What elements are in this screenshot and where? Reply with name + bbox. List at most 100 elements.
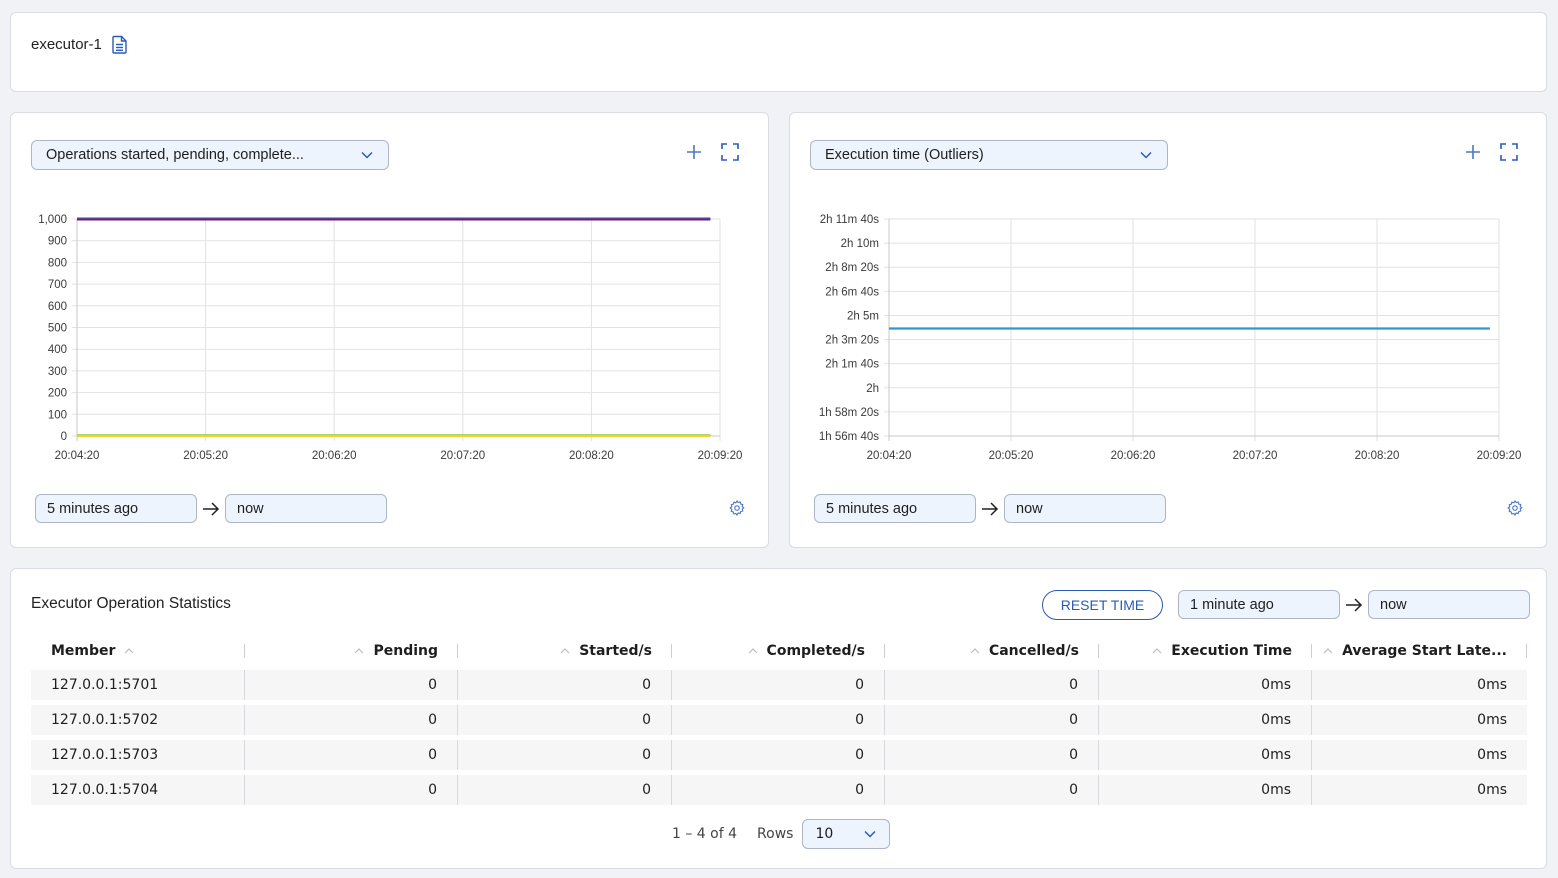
cell-cancelled: 0	[885, 740, 1099, 770]
sort-ascending-icon	[1323, 648, 1333, 654]
table-row[interactable]: 127.0.0.1:5703 0 0 0 0 0ms 0ms	[31, 740, 1527, 770]
metric-select[interactable]: Execution time (Outliers)	[810, 140, 1168, 170]
y-tick-label: 2h 1m 40s	[825, 359, 879, 371]
add-chart-button[interactable]	[683, 141, 705, 163]
y-tick-label: 500	[48, 323, 67, 335]
rows-per-page-label: Rows	[757, 826, 794, 842]
column-label: Started/s	[579, 643, 652, 659]
metric-select[interactable]: Operations started, pending, complete...	[31, 140, 389, 170]
column-header-execution-time[interactable]: Execution Time	[1099, 635, 1312, 667]
time-from-input[interactable]: 5 minutes ago	[35, 494, 197, 523]
cell-pending: 0	[245, 740, 458, 770]
gear-icon	[729, 500, 745, 516]
gear-icon	[1507, 500, 1523, 516]
y-tick-label: 2h 11m 40s	[820, 214, 879, 226]
y-tick-label: 1,000	[38, 214, 67, 226]
column-label: Execution Time	[1171, 643, 1292, 659]
x-tick-label: 20:07:20	[440, 450, 485, 462]
time-from-input[interactable]: 5 minutes ago	[814, 494, 976, 523]
chart-settings-button[interactable]	[1506, 499, 1524, 517]
arrow-right-icon	[201, 499, 221, 519]
y-tick-label: 2h 5m	[847, 310, 879, 322]
plus-icon	[687, 145, 701, 159]
chart-settings-button[interactable]	[728, 499, 746, 517]
table-row[interactable]: 127.0.0.1:5702 0 0 0 0 0ms 0ms	[31, 705, 1527, 735]
fullscreen-button[interactable]	[1498, 141, 1520, 163]
y-tick-label: 800	[48, 257, 67, 269]
stats-time-to-input[interactable]: now	[1368, 590, 1530, 619]
fullscreen-button[interactable]	[719, 141, 741, 163]
column-label: Member	[51, 643, 116, 659]
x-tick-label: 20:06:20	[312, 450, 357, 462]
column-label: Cancelled/s	[988, 643, 1079, 659]
header-card: executor-1	[10, 12, 1547, 92]
cell-average-start-latency: 0ms	[1477, 747, 1507, 763]
plus-icon	[1466, 145, 1480, 159]
cell-completed: 0	[672, 705, 885, 735]
y-tick-label: 200	[48, 388, 67, 400]
chevron-down-icon	[361, 151, 373, 159]
column-header-completed[interactable]: Completed/s	[672, 635, 885, 667]
column-label: Completed/s	[766, 643, 865, 659]
operations-chart: 0 100 200 300 400 500 600 700 800 900 1,000 20:04:2…	[38, 214, 743, 462]
cell-average-start-latency: 0ms	[1477, 712, 1507, 728]
x-tick-label: 20:05:20	[183, 450, 228, 462]
x-tick-label: 20:06:20	[1111, 450, 1156, 462]
sort-ascending-icon	[560, 648, 570, 654]
document-icon[interactable]	[112, 35, 128, 54]
execution-time-chart: 1h 56m 40s 1h 58m 20s 2h 2h 1m 40s 2h 3m 20s…	[819, 214, 1521, 462]
x-tick-label: 20:08:20	[1355, 450, 1400, 462]
y-tick-label: 1h 58m 20s	[819, 407, 879, 419]
cell-started: 0	[458, 705, 672, 735]
table-row[interactable]: 127.0.0.1:5704 0 0 0 0 0ms 0ms	[31, 775, 1527, 805]
cell-execution-time: 0ms	[1099, 775, 1312, 805]
cell-member: 127.0.0.1:5702	[31, 705, 245, 735]
page-title-wrap: executor-1	[31, 35, 128, 54]
cell-member: 127.0.0.1:5701	[31, 670, 245, 700]
time-range: 5 minutes ago now	[814, 494, 1166, 523]
y-tick-label: 700	[48, 279, 67, 291]
cell-member: 127.0.0.1:5704	[31, 775, 245, 805]
reset-time-button[interactable]: RESET TIME	[1042, 590, 1163, 620]
fullscreen-icon	[1500, 143, 1518, 161]
table-row[interactable]: 127.0.0.1:5701 0 0 0 0 0ms 0ms	[31, 670, 1527, 700]
time-to-input[interactable]: now	[225, 494, 387, 523]
cell-execution-time: 0ms	[1099, 670, 1312, 700]
time-range: 5 minutes ago now	[35, 494, 387, 523]
cell-started: 0	[458, 775, 672, 805]
chevron-down-icon	[1140, 151, 1152, 159]
x-tick-label: 20:09:20	[698, 450, 743, 462]
cell-pending: 0	[245, 670, 458, 700]
add-chart-button[interactable]	[1462, 141, 1484, 163]
x-tick-label: 20:04:20	[55, 450, 100, 462]
cell-execution-time: 0ms	[1099, 740, 1312, 770]
y-tick-label: 100	[48, 409, 67, 421]
stats-card: Executor Operation Statistics RESET TIME…	[10, 568, 1547, 869]
stats-time-from-input[interactable]: 1 minute ago	[1178, 590, 1340, 619]
metric-select-value: Execution time (Outliers)	[825, 147, 984, 163]
fullscreen-icon	[721, 143, 739, 161]
cell-completed: 0	[672, 670, 885, 700]
y-tick-label: 300	[48, 366, 67, 378]
y-tick-label: 400	[48, 344, 67, 356]
pagination: 1 – 4 of 4 Rows 10	[672, 819, 891, 849]
x-tick-label: 20:08:20	[569, 450, 614, 462]
cell-pending: 0	[245, 775, 458, 805]
column-header-started[interactable]: Started/s	[458, 635, 672, 667]
column-header-average-start-latency[interactable]: Average Start Late...	[1312, 635, 1527, 667]
table-body: 127.0.0.1:5701 0 0 0 0 0ms 0ms 127.0.0.1:5702 0 0…	[31, 670, 1527, 805]
arrow-right-icon	[980, 499, 1000, 519]
column-header-member[interactable]: Member	[31, 635, 245, 667]
column-header-pending[interactable]: Pending	[245, 635, 458, 667]
rows-per-page-select[interactable]: 10	[802, 819, 891, 849]
pagination-range: 1 – 4 of 4	[672, 826, 738, 842]
stats-time-range: 1 minute ago now	[1178, 590, 1530, 619]
y-tick-label: 2h	[866, 383, 879, 395]
cell-execution-time: 0ms	[1099, 705, 1312, 735]
stats-table: Member Pending Started/s Completed/s Can…	[31, 635, 1527, 805]
column-header-cancelled[interactable]: Cancelled/s	[885, 635, 1099, 667]
cell-cancelled: 0	[885, 670, 1099, 700]
time-to-input[interactable]: now	[1004, 494, 1166, 523]
sort-ascending-icon	[748, 648, 757, 654]
table-header: Member Pending Started/s Completed/s Can…	[31, 635, 1527, 667]
